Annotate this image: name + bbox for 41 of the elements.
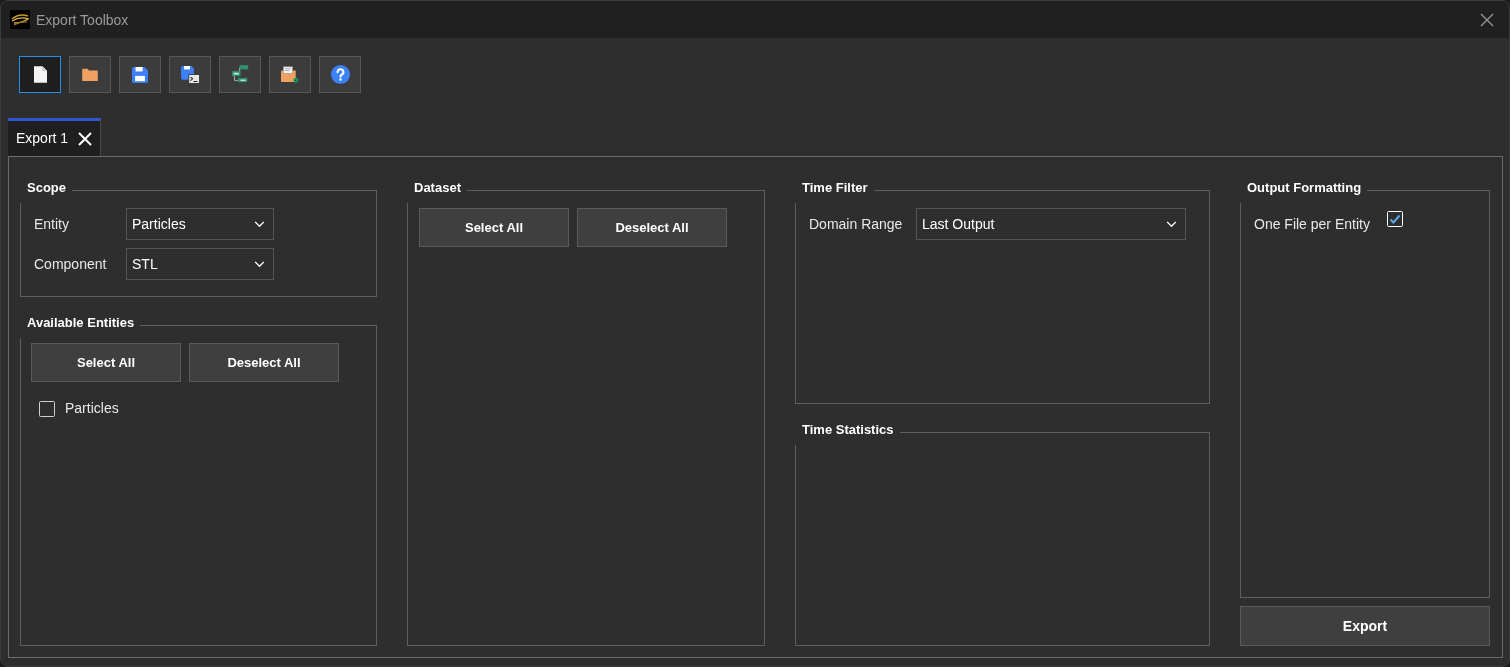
select-all-button[interactable]: Select All: [419, 208, 569, 247]
chevron-down-icon: [254, 260, 265, 268]
checkbox-label: One File per Entity: [1254, 215, 1370, 234]
dropdown[interactable]: Particles: [126, 208, 274, 240]
checkbox[interactable]: [39, 400, 55, 417]
chevron-down-icon: [1166, 220, 1177, 228]
folder-icon: [82, 68, 98, 81]
section-title: Available Entities: [27, 315, 135, 330]
new-file-button[interactable]: [19, 56, 61, 93]
dropdown[interactable]: STL: [126, 248, 274, 280]
export-button[interactable]: Export: [1240, 606, 1490, 646]
dropdown[interactable]: Last Output: [916, 208, 1186, 240]
save-terminal-button[interactable]: [169, 56, 211, 93]
section-title: Time Filter: [802, 180, 868, 195]
field-label: Component: [34, 254, 108, 274]
hierarchy-icon: [231, 65, 249, 84]
deselect-all-button[interactable]: Deselect All: [577, 208, 727, 247]
folder-gear-button[interactable]: [269, 56, 311, 93]
open-folder-button[interactable]: [69, 56, 111, 93]
help-icon: [330, 65, 350, 84]
window-title: Export Toolbox: [36, 10, 129, 29]
new-file-icon: [33, 66, 47, 83]
section-title: Dataset: [414, 180, 461, 195]
section-title: Time Statistics: [802, 422, 894, 437]
tab[interactable]: Export 1: [8, 118, 102, 156]
chevron-down-icon: [254, 220, 265, 228]
section-title: Output Formatting: [1247, 180, 1362, 195]
deselect-all-button[interactable]: Deselect All: [189, 343, 339, 382]
app-logo-icon: [10, 10, 30, 29]
save-terminal-icon: [180, 65, 200, 84]
hierarchy-button[interactable]: [219, 56, 261, 93]
checkbox-label: Particles: [65, 399, 119, 418]
folder-gear-icon: [281, 65, 299, 84]
save-button[interactable]: [119, 56, 161, 93]
field-label: Entity: [34, 214, 70, 234]
section-title: Scope: [27, 180, 66, 195]
help-button[interactable]: [319, 56, 361, 93]
field-label: Domain Range: [809, 214, 904, 234]
select-all-button[interactable]: Select All: [31, 343, 181, 382]
save-icon: [132, 66, 148, 83]
close-icon[interactable]: [1480, 12, 1494, 27]
